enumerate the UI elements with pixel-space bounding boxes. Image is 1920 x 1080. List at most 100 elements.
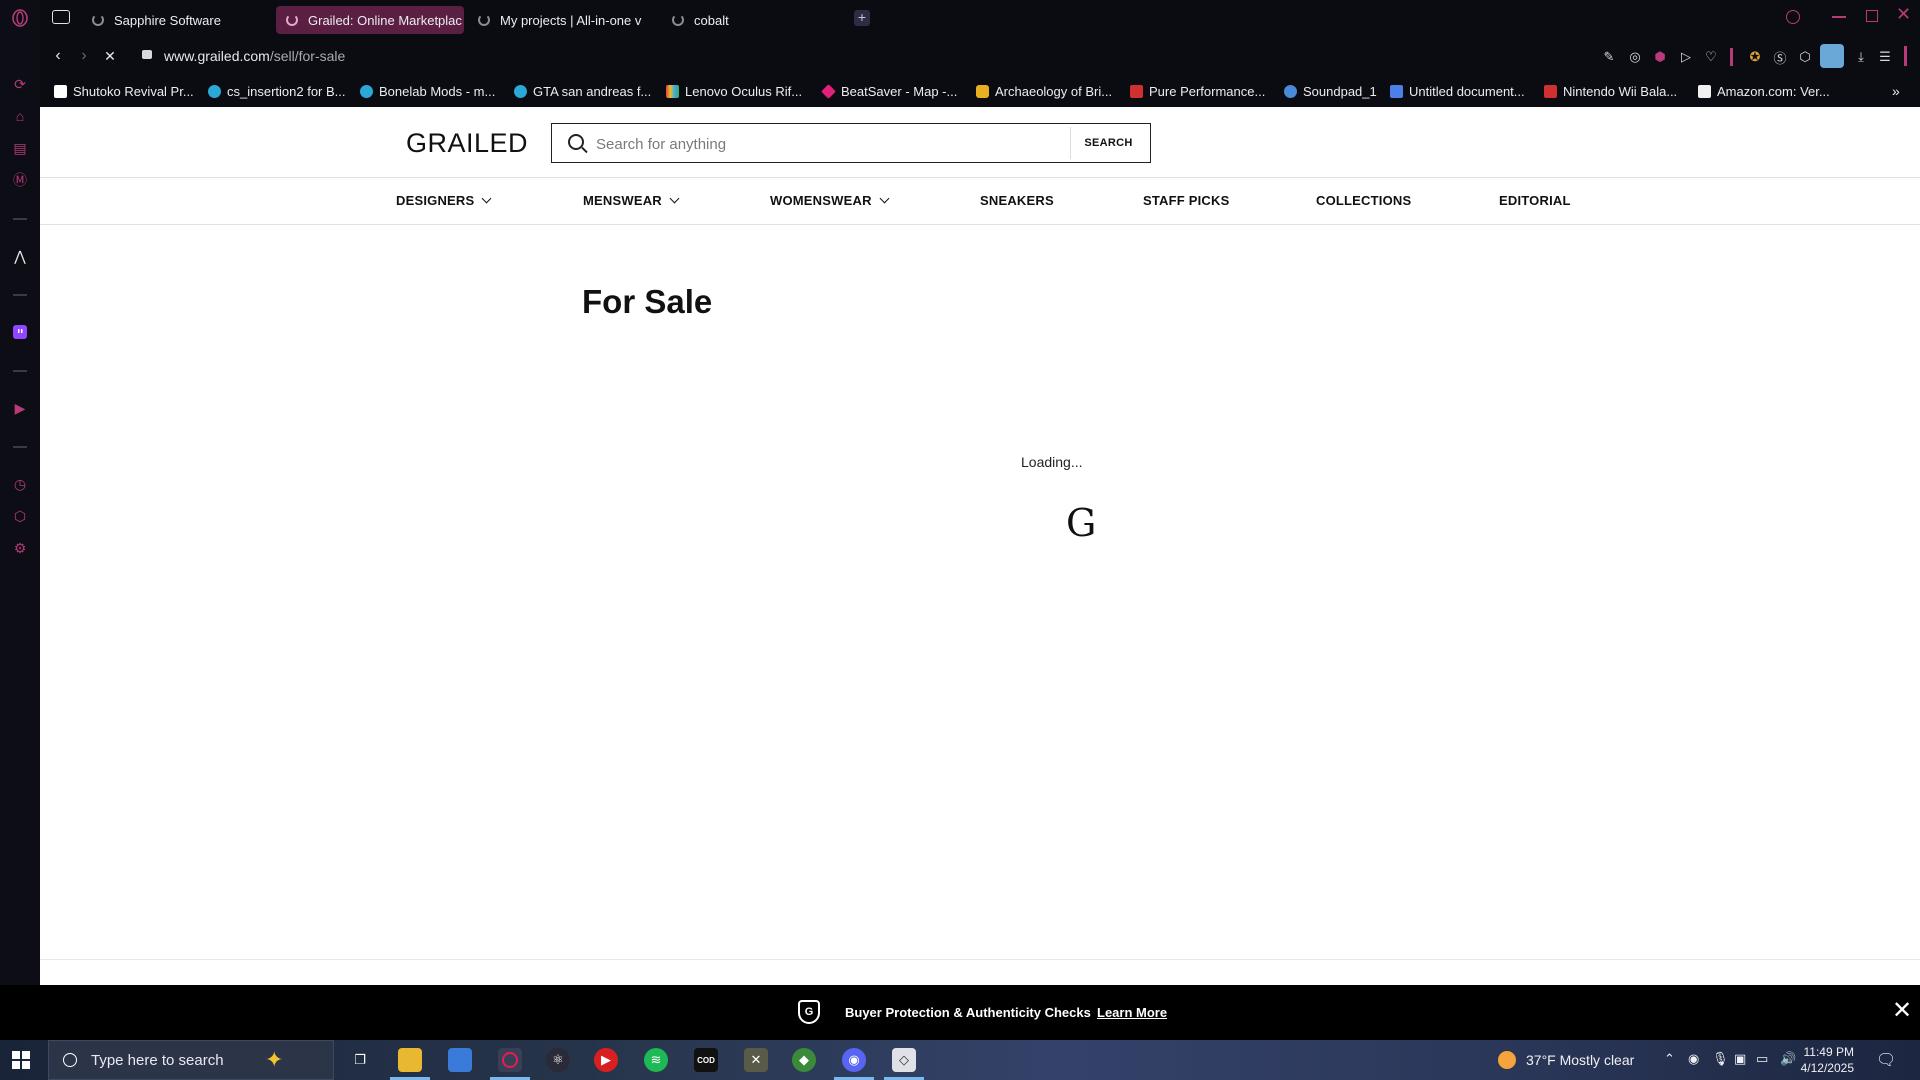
opera-gx-taskbar-icon[interactable] — [498, 1048, 522, 1072]
address-bar: ‹ › ✕ www.grailed.com/sell/for-sale ✎ ◎ … — [40, 36, 1920, 76]
game-icon[interactable]: ✕ — [744, 1048, 768, 1072]
bookmark-item[interactable]: Untitled document... — [1390, 81, 1525, 101]
bookmark-item[interactable]: cs_insertion2 for B... — [208, 81, 346, 101]
header-divider — [40, 177, 1920, 178]
bookmark-item[interactable]: Pure Performance... — [1130, 81, 1265, 101]
twitch-icon[interactable] — [10, 322, 30, 342]
bookmark-label: Untitled document... — [1409, 83, 1525, 99]
settings-icon[interactable]: ⚙ — [10, 538, 30, 558]
tab-loading-icon — [672, 14, 684, 26]
spotify-icon[interactable]: ≋ — [644, 1048, 668, 1072]
google-docs-icon — [1390, 84, 1403, 98]
weather-text: 37°F Mostly clear — [1526, 1052, 1635, 1068]
camera-icon[interactable]: ◎ — [1626, 48, 1644, 66]
tab-my-projects[interactable]: My projects | All-in-one v — [468, 6, 658, 34]
menu-icon[interactable]: ☰ — [1876, 48, 1894, 66]
download-icon[interactable]: ⤓ — [1852, 48, 1870, 66]
app-icon[interactable]: ⚛ — [546, 1048, 570, 1072]
stop-loading-icon[interactable]: ✕ — [100, 46, 120, 66]
discord-icon[interactable]: ◉ — [842, 1048, 866, 1072]
microsoft-store-icon[interactable] — [448, 1048, 472, 1072]
bookmark-item[interactable]: Shutoko Revival Pr... — [54, 81, 194, 101]
nav-staff-picks[interactable]: STAFF PICKS — [1143, 193, 1229, 208]
meet-icon[interactable]: ▣ — [1734, 1051, 1746, 1067]
gear-favicon-icon — [360, 84, 373, 98]
gx-control-icon[interactable]: ⌂ — [10, 106, 30, 126]
bookmarks-overflow-icon[interactable]: » — [1892, 81, 1900, 101]
search-input[interactable] — [596, 132, 1066, 156]
nav-sneakers[interactable]: SNEAKERS — [980, 193, 1054, 208]
nav-label: COLLECTIONS — [1316, 193, 1412, 208]
back-icon[interactable]: ‹ — [48, 46, 68, 66]
minecraft-launcher-icon[interactable]: ◆ — [792, 1048, 816, 1072]
close-window-icon[interactable]: ✕ — [1896, 4, 1911, 25]
clock[interactable]: 11:49 PM 4/12/2025 — [1800, 1044, 1854, 1076]
taskbar-search[interactable]: Type here to search ✦ — [48, 1040, 334, 1080]
bookmark-item[interactable]: Nintendo Wii Bala... — [1544, 81, 1677, 101]
weather-widget[interactable]: 37°F Mostly clear — [1498, 1051, 1634, 1069]
chevron-up-icon[interactable]: ⌃ — [1664, 1051, 1675, 1067]
microphone-icon[interactable]: 🎙 — [1712, 1051, 1729, 1067]
tab-grailed[interactable]: Grailed: Online Marketplac — [276, 6, 464, 34]
url-field[interactable]: www.grailed.com/sell/for-sale — [164, 48, 345, 64]
nav-menswear[interactable]: MENSWEAR — [583, 193, 680, 208]
network-icon[interactable]: ▭ — [1756, 1051, 1768, 1067]
date: 4/12/2025 — [1800, 1061, 1854, 1075]
tab-sapphire[interactable]: Sapphire Software — [82, 6, 272, 34]
learn-more-link[interactable]: Learn More — [1097, 1005, 1167, 1020]
maximize-icon[interactable] — [1866, 10, 1878, 22]
opera-logo-icon[interactable] — [10, 8, 30, 28]
nav-womenswear[interactable]: WOMENSWEAR — [770, 193, 890, 208]
roblox-icon[interactable]: ◇ — [892, 1048, 916, 1072]
toolbar-accent-bar — [1904, 46, 1907, 66]
vpn-shield-icon[interactable]: ⬢ — [1651, 48, 1669, 66]
notifications-icon[interactable]: 🗨 — [1876, 1050, 1896, 1070]
close-icon[interactable]: ✕ — [1892, 999, 1912, 1023]
aria-icon[interactable]: ⋀ — [10, 246, 30, 266]
nav-editorial[interactable]: EDITORIAL — [1499, 193, 1571, 208]
call-of-duty-icon[interactable]: COD — [694, 1048, 718, 1072]
player-icon[interactable]: ▶ — [10, 398, 30, 418]
bookmark-item[interactable]: Amazon.com: Ver... — [1698, 81, 1830, 101]
s-extension-icon[interactable]: Ⓢ — [1771, 48, 1789, 66]
messenger-icon[interactable]: Ⓜ — [10, 170, 30, 190]
gx-corner-icon[interactable]: ▤ — [10, 138, 30, 158]
bookmark-item[interactable]: BeatSaver - Map -... — [821, 81, 958, 101]
site-logo[interactable]: GRAILED — [406, 128, 528, 159]
lock-icon[interactable] — [142, 50, 152, 59]
profile-avatar[interactable] — [1820, 44, 1844, 68]
new-tab-button[interactable]: + — [854, 10, 870, 26]
bookmark-item[interactable]: Soundpad_1 — [1284, 81, 1377, 101]
extensions-icon[interactable]: ⬡ — [10, 506, 30, 526]
workspaces-icon[interactable] — [52, 10, 70, 24]
minimize-icon[interactable] — [1832, 16, 1846, 18]
cube-icon[interactable]: ⬡ — [1796, 48, 1814, 66]
weather-moon-icon — [1498, 1051, 1516, 1069]
bookmark-item[interactable]: GTA san andreas f... — [514, 81, 651, 101]
nav-designers[interactable]: DESIGNERS — [396, 193, 492, 208]
bookmark-item[interactable]: Lenovo Oculus Rif... — [666, 81, 802, 101]
file-explorer-icon[interactable] — [398, 1048, 422, 1072]
search-tabs-icon[interactable] — [1786, 10, 1800, 24]
history-icon[interactable]: ◷ — [10, 474, 30, 494]
bookmark-item[interactable]: Bonelab Mods - m... — [360, 81, 495, 101]
youtube-music-icon[interactable]: ▶ — [594, 1048, 618, 1072]
windows-start-icon[interactable] — [12, 1051, 30, 1069]
forward-icon[interactable]: › — [74, 46, 94, 66]
bookmark-label: Nintendo Wii Bala... — [1563, 83, 1678, 99]
bookmark-label: BeatSaver - Map -... — [841, 83, 958, 99]
medal-icon[interactable]: ✪ — [1746, 48, 1764, 66]
nav-collections[interactable]: COLLECTIONS — [1316, 193, 1411, 208]
edit-icon[interactable]: ✎ — [1600, 48, 1618, 66]
tab-cobalt[interactable]: cobalt — [662, 6, 852, 34]
bookmark-item[interactable]: Archaeology of Bri... — [976, 81, 1112, 101]
favorites-heart-icon[interactable]: ♡ — [1702, 48, 1720, 66]
volume-icon[interactable]: 🔊 — [1780, 1051, 1796, 1067]
refresh-icon[interactable]: ⟳ — [10, 74, 30, 94]
search-button[interactable]: SEARCH — [1070, 127, 1146, 159]
send-icon[interactable]: ▷ — [1677, 48, 1695, 66]
browser-sidebar: ⟳ ⌂ ▤ Ⓜ ⋀ ▶ ◷ ⬡ ⚙ GX ··· — [0, 0, 40, 1040]
document-icon — [54, 84, 67, 98]
record-icon[interactable]: ◉ — [1688, 1051, 1699, 1067]
task-view-icon[interactable]: ❐ — [348, 1048, 372, 1072]
